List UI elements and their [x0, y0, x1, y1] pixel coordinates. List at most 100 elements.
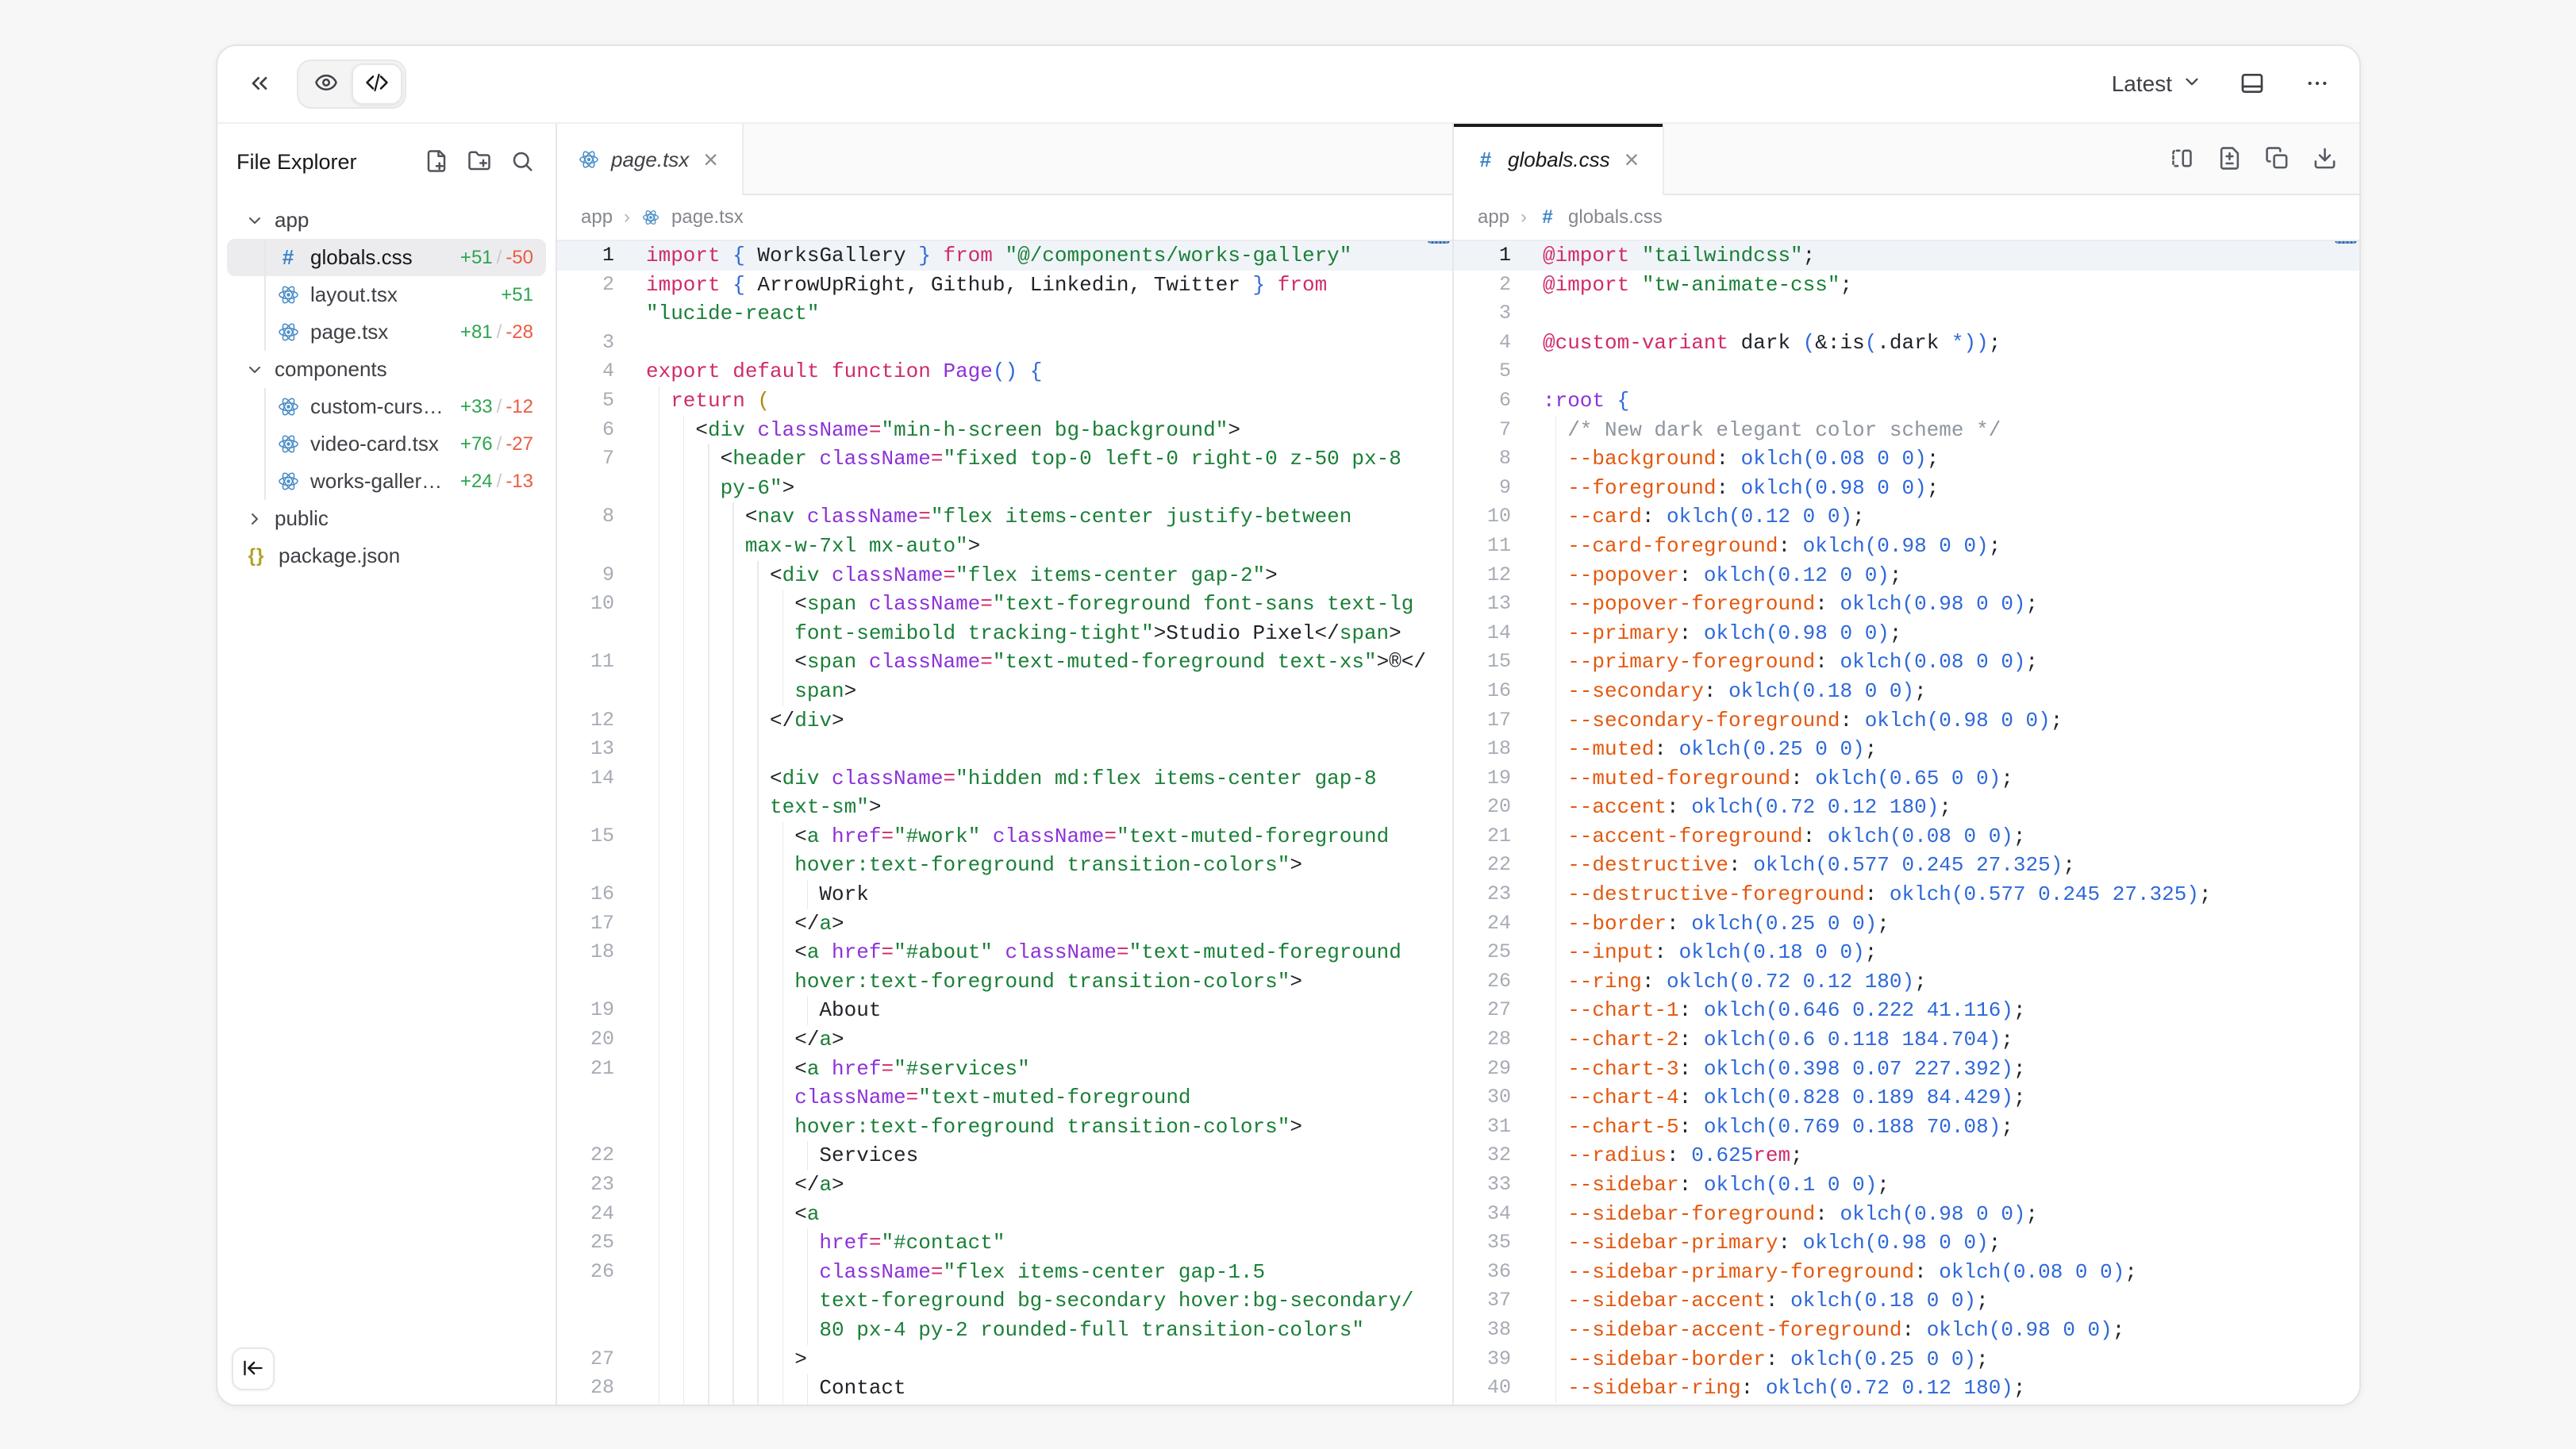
code-line-33: 33--sidebar: oklch(0.1 0 0); — [1454, 1170, 2359, 1200]
code-line-9: 9--foreground: oklch(0.98 0 0); — [1454, 474, 2359, 503]
breadcrumb-root[interactable]: app — [581, 206, 613, 229]
code-line-wrap: hover:text-foreground transition-colors"… — [557, 851, 1452, 880]
code-line-wrap: py-6"> — [557, 474, 1452, 503]
download-button[interactable] — [2307, 142, 2342, 177]
tree-file-layout-tsx[interactable]: layout.tsx+51 — [227, 276, 546, 313]
code-line-wrap: hover:text-foreground transition-colors"… — [557, 1113, 1452, 1142]
code-line-14: 14<div className="hidden md:flex items-c… — [557, 764, 1452, 794]
tree-folder-public[interactable]: public — [227, 500, 546, 537]
new-folder-button[interactable] — [463, 146, 495, 178]
file-diff-icon — [2217, 146, 2242, 173]
chevrons-left-icon — [247, 71, 272, 98]
react-file-icon — [276, 283, 300, 307]
chevron-down-icon — [2182, 71, 2202, 98]
file-plus-icon — [425, 149, 448, 175]
code-line-26: 26className="flex items-center gap-1.5 — [557, 1258, 1452, 1287]
code-line-21: 21<a href="#services" — [557, 1055, 1452, 1084]
code-line-1: 1import { WorksGallery } from "@/compone… — [557, 241, 1452, 271]
tab-globals-css[interactable]: # globals.css × — [1454, 124, 1664, 195]
copy-button[interactable] — [2259, 142, 2294, 177]
tree-file-video-card-tsx[interactable]: video-card.tsx+76/-27 — [227, 425, 546, 463]
code-line-6: 6:root { — [1454, 386, 2359, 416]
code-line-41: 41} — [1454, 1403, 2359, 1405]
tree-folder-app[interactable]: app — [227, 202, 546, 239]
code-line-9: 9<div className="flex items-center gap-2… — [557, 561, 1452, 590]
preview-toggle-button[interactable] — [301, 63, 352, 105]
folder-plus-icon — [467, 149, 491, 175]
file-explorer-title: File Explorer — [236, 150, 357, 175]
code-line-32: 32--radius: 0.625rem; — [1454, 1141, 2359, 1170]
version-dropdown[interactable]: Latest — [2112, 71, 2202, 98]
chevron-right-icon — [244, 509, 265, 529]
file-tree: app#globals.css+51/-50layout.tsx+51page.… — [227, 202, 546, 575]
editor-actions — [2164, 124, 2359, 195]
breadcrumb-file[interactable]: page.tsx — [671, 206, 744, 229]
code-editor-page-tsx[interactable]: 1import { WorksGallery } from "@/compone… — [557, 241, 1452, 1405]
diff-stats: +76/-27 — [452, 433, 533, 455]
window-layout-button[interactable] — [2234, 66, 2270, 102]
diff-stats: +24/-13 — [452, 471, 533, 493]
code-line-1: 1@import "tailwindcss"; — [1454, 241, 2359, 271]
code-line-4: 4@custom-variant dark (&:is(.dark *)); — [1454, 329, 2359, 358]
tree-file-works-galler-[interactable]: works-galler…+24/-13 — [227, 463, 546, 500]
file-name: app — [275, 208, 309, 233]
chevron-right-icon: › — [1521, 206, 1527, 229]
tree-file-package-json[interactable]: {}package.json — [227, 537, 546, 575]
code-line-23: 23--destructive-foreground: oklch(0.577 … — [1454, 880, 2359, 909]
breadcrumb-root[interactable]: app — [1478, 206, 1509, 229]
code-line-19: 19--muted-foreground: oklch(0.65 0 0); — [1454, 764, 2359, 794]
code-line-12: 12--popover: oklch(0.12 0 0); — [1454, 561, 2359, 590]
close-tab-icon[interactable]: × — [1621, 145, 1643, 174]
file-name: page.tsx — [310, 320, 388, 344]
code-line-37: 37--sidebar-accent: oklch(0.18 0 0); — [1454, 1286, 2359, 1316]
more-options-button[interactable] — [2299, 66, 2336, 102]
code-line-18: 18--muted: oklch(0.25 0 0); — [1454, 735, 2359, 764]
code-line-25: 25--input: oklch(0.18 0 0); — [1454, 938, 2359, 967]
code-line-wrap: "lucide-react" — [557, 299, 1452, 329]
tree-file-custom-curs-[interactable]: custom-curs…+33/-12 — [227, 388, 546, 425]
tab-label: globals.css — [1508, 148, 1610, 172]
code-line-35: 35--sidebar-primary: oklch(0.98 0 0); — [1454, 1228, 2359, 1258]
code-line-19: 19About — [557, 996, 1452, 1025]
code-line-40: 40--sidebar-ring: oklch(0.72 0.12 180); — [1454, 1374, 2359, 1403]
code-icon — [365, 71, 389, 98]
code-line-17: 17</a> — [557, 909, 1452, 939]
code-line-10: 10<span className="text-foreground font-… — [557, 590, 1452, 619]
close-tab-icon[interactable]: × — [700, 145, 721, 174]
search-button[interactable] — [506, 146, 538, 178]
code-editor-globals-css[interactable]: 1@import "tailwindcss";2@import "tw-anim… — [1454, 241, 2359, 1405]
code-line-14: 14--primary: oklch(0.98 0 0); — [1454, 619, 2359, 648]
breadcrumb-file[interactable]: globals.css — [1568, 206, 1663, 229]
code-line-2: 2import { ArrowUpRight, Github, Linkedin… — [557, 271, 1452, 300]
arrow-left-to-line-icon — [242, 1357, 264, 1382]
react-file-icon — [276, 470, 300, 494]
code-line-3: 3 — [1454, 299, 2359, 329]
file-explorer-sidebar: File Explorer app #globals.css+51/-50layo… — [217, 124, 557, 1405]
tree-file-globals-css[interactable]: #globals.css+51/-50 — [227, 239, 546, 276]
code-workspace-window: Latest File Explorer app #globals.css+51/… — [216, 44, 2361, 1406]
file-diff-button[interactable] — [2212, 142, 2247, 177]
code-line-39: 39--sidebar-border: oklch(0.25 0 0); — [1454, 1345, 2359, 1374]
top-toolbar: Latest — [217, 46, 2359, 124]
react-icon — [578, 148, 600, 171]
code-line-17: 17--secondary-foreground: oklch(0.98 0 0… — [1454, 706, 2359, 736]
tab-page-tsx[interactable]: page.tsx × — [557, 124, 744, 195]
scrollbar-thumb[interactable] — [1428, 241, 1450, 244]
download-icon — [2313, 146, 2337, 173]
code-line-31: 31--chart-5: oklch(0.769 0.188 70.08); — [1454, 1113, 2359, 1142]
diff-stats: +51/-50 — [452, 247, 533, 269]
tree-file-page-tsx[interactable]: page.tsx+81/-28 — [227, 313, 546, 351]
code-line-15: 15--primary-foreground: oklch(0.08 0 0); — [1454, 648, 2359, 677]
code-toggle-button[interactable] — [352, 63, 402, 105]
collapse-panel-button[interactable] — [241, 66, 278, 102]
scrollbar-thumb[interactable] — [2335, 241, 2357, 244]
collapse-sidebar-button[interactable] — [232, 1347, 275, 1390]
tree-folder-components[interactable]: components — [227, 351, 546, 388]
code-line-25: 25href="#contact" — [557, 1228, 1452, 1258]
code-line-23: 23</a> — [557, 1170, 1452, 1200]
code-line-24: 24--border: oklch(0.25 0 0); — [1454, 909, 2359, 939]
new-file-button[interactable] — [421, 146, 452, 178]
file-name: custom-curs… — [310, 394, 444, 419]
split-view-button[interactable] — [2164, 142, 2199, 177]
code-line-4: 4export default function Page() { — [557, 357, 1452, 386]
